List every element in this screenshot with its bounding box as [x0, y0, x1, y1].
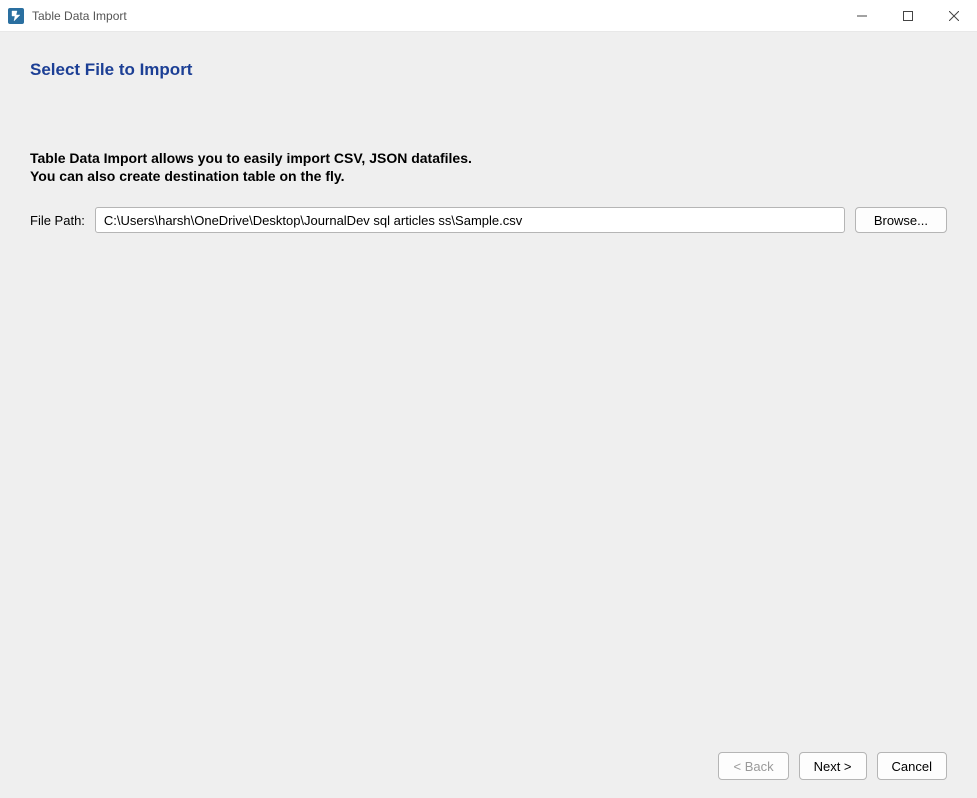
back-button[interactable]: < Back: [718, 752, 788, 780]
content-area: Select File to Import Table Data Import …: [0, 32, 977, 798]
titlebar: Table Data Import: [0, 0, 977, 32]
close-icon: [949, 11, 959, 21]
footer-buttons: < Back Next > Cancel: [30, 742, 947, 780]
close-button[interactable]: [931, 0, 977, 31]
cancel-button[interactable]: Cancel: [877, 752, 947, 780]
page-title: Select File to Import: [30, 60, 947, 80]
minimize-button[interactable]: [839, 0, 885, 31]
next-button[interactable]: Next >: [799, 752, 867, 780]
app-icon: [8, 8, 24, 24]
minimize-icon: [857, 11, 867, 21]
window: Table Data Import Select File to Impor: [0, 0, 977, 798]
file-path-input[interactable]: [95, 207, 845, 233]
maximize-icon: [903, 11, 913, 21]
file-path-label: File Path:: [30, 213, 85, 228]
description-line-1: Table Data Import allows you to easily i…: [30, 150, 947, 168]
window-controls: [839, 0, 977, 31]
description-line-2: You can also create destination table on…: [30, 168, 947, 186]
file-path-row: File Path: Browse...: [30, 207, 947, 233]
maximize-button[interactable]: [885, 0, 931, 31]
browse-button[interactable]: Browse...: [855, 207, 947, 233]
page-description: Table Data Import allows you to easily i…: [30, 150, 947, 185]
spacer: [30, 233, 947, 742]
window-title: Table Data Import: [32, 9, 839, 23]
